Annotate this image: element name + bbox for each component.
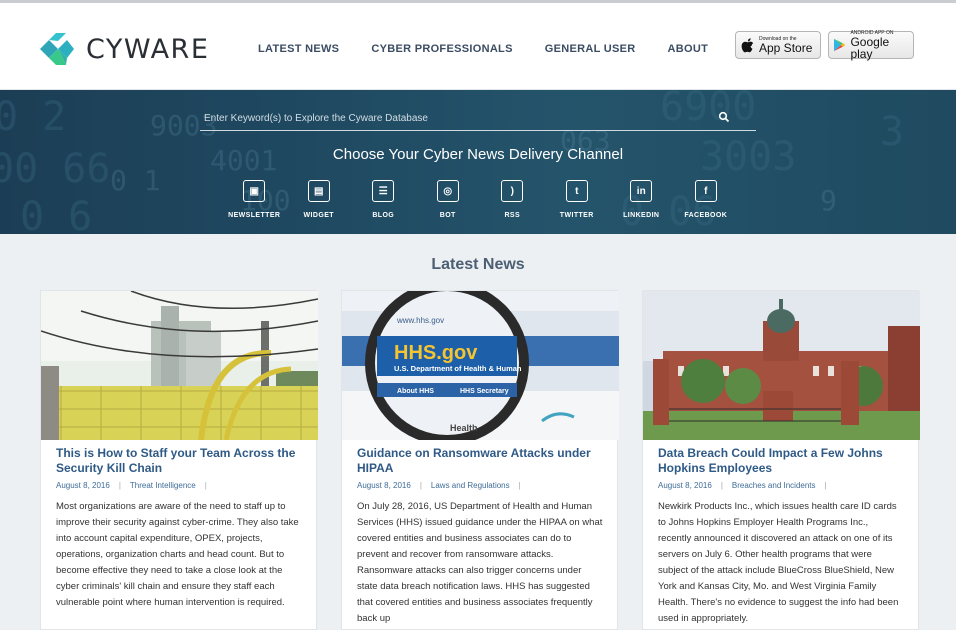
hopkins-building-illustration xyxy=(643,291,920,440)
svg-text:0 2: 0 2 xyxy=(0,94,66,140)
cyware-logo-icon xyxy=(40,33,74,65)
card-category[interactable]: Breaches and Incidents xyxy=(732,481,816,490)
channel-linkedin[interactable]: in LINKEDIN xyxy=(609,180,674,219)
channel-label: RSS xyxy=(504,212,521,219)
channel-list: ▣ NEWSLETTER ▤ WIDGET ☰ BLOG ◎ BOT ) RSS… xyxy=(222,180,738,219)
channel-rss[interactable]: ) RSS xyxy=(480,180,545,219)
img-tab2-text: HHS Secretary xyxy=(460,388,509,395)
card-meta: August 8, 2016 | Breaches and Incidents … xyxy=(658,481,827,490)
app-store-button[interactable]: Download on the App Store xyxy=(735,31,821,59)
nav-about[interactable]: ABOUT xyxy=(668,43,709,55)
card-meta: August 8, 2016 | Threat Intelligence | xyxy=(56,481,207,490)
hero-title: Choose Your Cyber News Delivery Channel xyxy=(332,146,624,163)
card-image-hhs[interactable]: www.hhs.gov HHS.gov U.S. Department of H… xyxy=(342,291,619,440)
channel-widget[interactable]: ▤ WIDGET xyxy=(287,180,352,219)
card-excerpt: Most organizations are aware of the need… xyxy=(56,501,299,608)
card-title[interactable]: Data Breach Could Impact a Few Johns Hop… xyxy=(658,446,904,476)
blog-icon: ☰ xyxy=(372,180,395,202)
logo[interactable]: CYWARE xyxy=(40,33,209,65)
nav-latest-news[interactable]: LATEST NEWS xyxy=(258,43,339,55)
search-input[interactable] xyxy=(200,106,756,130)
channel-bot[interactable]: ◎ BOT xyxy=(416,180,481,219)
site-header: CYWARE LATEST NEWS CYBER PROFESSIONALS G… xyxy=(0,3,956,90)
card-category[interactable]: Threat Intelligence xyxy=(130,481,196,490)
linkedin-icon: in xyxy=(630,180,653,202)
channel-newsletter[interactable]: ▣ NEWSLETTER xyxy=(222,180,287,219)
news-card: Data Breach Could Impact a Few Johns Hop… xyxy=(642,290,920,630)
fence-illustration xyxy=(41,291,318,440)
google-play-icon xyxy=(834,38,846,52)
bot-icon: ◎ xyxy=(436,180,459,202)
img-dept-text: U.S. Department of Health & Human xyxy=(394,364,522,373)
main-nav: LATEST NEWS CYBER PROFESSIONALS GENERAL … xyxy=(258,43,740,55)
img-health-text: Health xyxy=(450,423,478,433)
card-category[interactable]: Laws and Regulations xyxy=(431,481,510,490)
app-store-label: App Store xyxy=(759,41,813,55)
channel-twitter[interactable]: t TWITTER xyxy=(545,180,610,219)
img-tab1-text: About HHS xyxy=(397,388,434,395)
channel-facebook[interactable]: f FACEBOOK xyxy=(674,180,739,219)
channel-label: NEWSLETTER xyxy=(228,212,281,219)
card-image-fence[interactable] xyxy=(41,291,318,440)
magnifier-illustration: www.hhs.gov HHS.gov U.S. Department of H… xyxy=(342,291,619,440)
newsletter-icon: ▣ xyxy=(243,180,266,202)
channel-label: WIDGET xyxy=(303,212,334,219)
news-card-list: This is How to Staff your Team Across th… xyxy=(40,290,920,630)
brand-name: CYWARE xyxy=(86,33,210,65)
card-date: August 8, 2016 xyxy=(357,481,411,490)
search-bar xyxy=(200,106,756,131)
card-excerpt: On July 28, 2016, US Department of Healt… xyxy=(357,501,603,624)
card-title[interactable]: Guidance on Ransomware Attacks under HIP… xyxy=(357,446,603,476)
card-meta: August 8, 2016 | Laws and Regulations | xyxy=(357,481,521,490)
card-excerpt: Newkirk Products Inc., which issues heal… xyxy=(658,501,899,624)
news-card: www.hhs.gov HHS.gov U.S. Department of H… xyxy=(341,290,619,630)
apple-icon xyxy=(741,37,754,52)
channel-blog[interactable]: ☰ BLOG xyxy=(351,180,416,219)
card-date: August 8, 2016 xyxy=(658,481,712,490)
widget-icon: ▤ xyxy=(307,180,330,202)
svg-text:0 1: 0 1 xyxy=(110,164,161,197)
latest-news-heading: Latest News xyxy=(431,256,525,273)
card-title[interactable]: This is How to Staff your Team Across th… xyxy=(56,446,302,476)
nav-general-user[interactable]: GENERAL USER xyxy=(545,43,636,55)
nav-cyber-professionals[interactable]: CYBER PROFESSIONALS xyxy=(371,43,512,55)
channel-label: TWITTER xyxy=(559,212,594,219)
store-buttons: Download on the App Store ANDROID APP ON… xyxy=(735,30,914,61)
rss-icon: ) xyxy=(501,180,524,202)
search-icon[interactable] xyxy=(718,111,730,123)
channel-label: LINKEDIN xyxy=(623,212,660,219)
img-brand-text: HHS.gov xyxy=(394,342,478,364)
google-play-label: Google play xyxy=(850,35,890,61)
card-date: August 8, 2016 xyxy=(56,481,110,490)
channel-label: BLOG xyxy=(372,212,395,219)
hero-banner: 0 2 00 66 0 6 6900 3003 0 06 3 9003 0 1 … xyxy=(0,90,956,234)
svg-text:9: 9 xyxy=(820,184,837,217)
channel-label: BOT xyxy=(439,212,456,219)
news-card: This is How to Staff your Team Across th… xyxy=(40,290,318,630)
card-image-hopkins[interactable] xyxy=(643,291,920,440)
twitter-icon: t xyxy=(565,180,588,202)
channel-label: FACEBOOK xyxy=(684,212,728,219)
img-url-text: www.hhs.gov xyxy=(396,316,444,325)
google-play-button[interactable]: ANDROID APP ON Google play xyxy=(828,30,914,61)
facebook-icon: f xyxy=(694,180,717,202)
svg-text:0 6: 0 6 xyxy=(20,194,92,234)
